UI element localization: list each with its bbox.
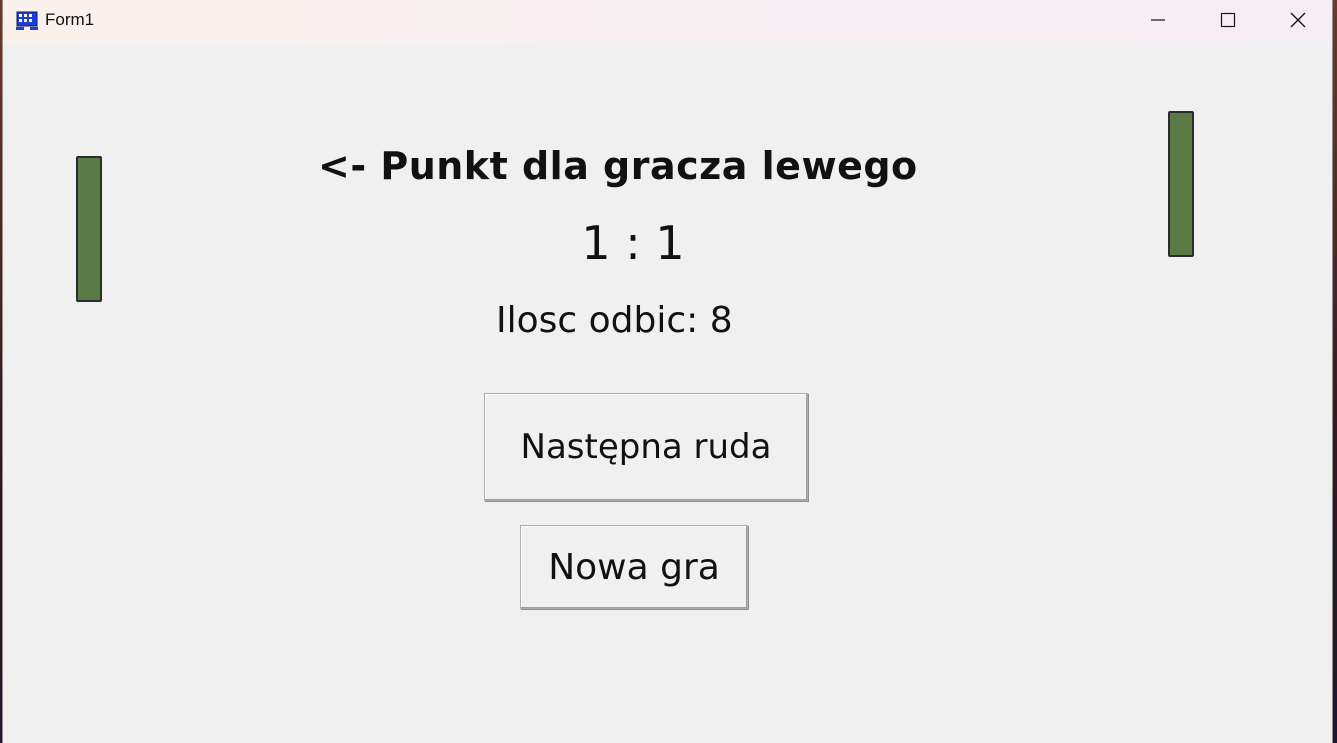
next-round-button[interactable]: Następna ruda — [484, 393, 808, 501]
maximize-icon — [1220, 12, 1236, 32]
right-paddle — [1168, 111, 1194, 257]
left-paddle — [76, 156, 102, 302]
window-title: Form1 — [45, 10, 95, 29]
close-icon — [1290, 12, 1306, 32]
new-game-button[interactable]: Nowa gra — [520, 525, 748, 609]
minimize-button[interactable] — [1123, 0, 1193, 44]
bounce-count-label: Ilosc odbic: 8 — [496, 300, 733, 341]
maximize-button[interactable] — [1193, 0, 1263, 44]
close-button[interactable] — [1263, 0, 1333, 44]
game-area: <- Punkt dla gracza lewego 1 : 1 Ilosc o… — [3, 44, 1332, 743]
minimize-icon — [1150, 12, 1166, 32]
app-window: Form1 <- Punkt dla gracza lewego 1 : 1 I… — [2, 0, 1333, 743]
point-message: <- Punkt dla gracza lewego — [318, 144, 918, 188]
title-bar[interactable]: Form1 — [3, 0, 1332, 44]
app-icon — [16, 10, 38, 30]
score-label: 1 : 1 — [581, 216, 685, 270]
